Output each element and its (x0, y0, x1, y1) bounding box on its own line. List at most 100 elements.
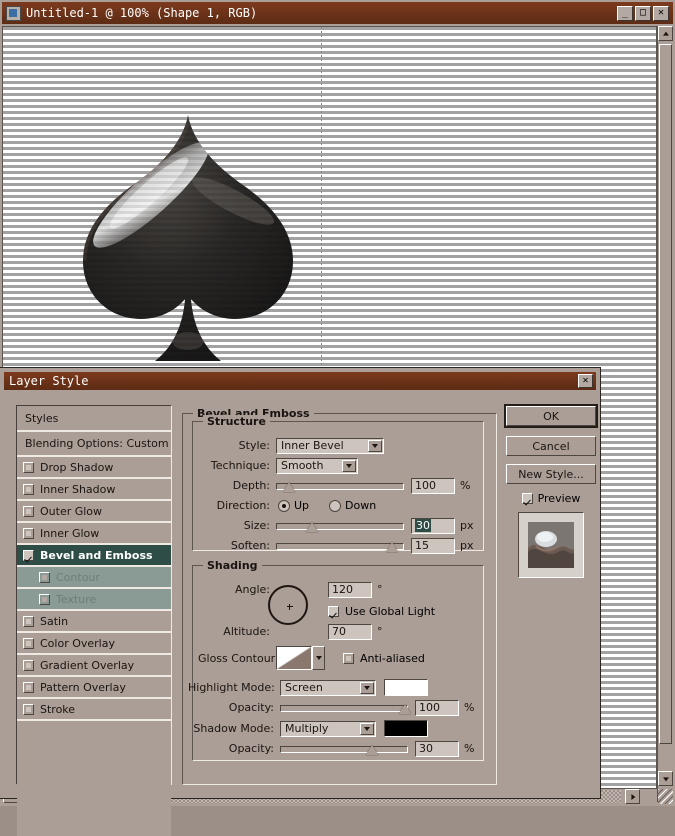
satin-checkbox[interactable] (23, 615, 34, 627)
gradient-overlay-checkbox[interactable] (23, 659, 34, 671)
color-overlay-checkbox[interactable] (23, 637, 34, 649)
chevron-down-icon[interactable] (312, 646, 325, 670)
direction-down-label: Down (345, 499, 377, 512)
highlight-opacity-input[interactable]: 100 (415, 699, 459, 716)
altitude-input[interactable]: 70 (328, 623, 372, 640)
depth-input[interactable]: 100 (411, 477, 455, 494)
outer-glow-checkbox[interactable] (23, 505, 34, 517)
close-icon: ✕ (657, 7, 665, 18)
radio-down-icon[interactable] (329, 499, 342, 512)
style-item-color-overlay[interactable]: Color Overlay (17, 633, 171, 655)
size-value: 30 (415, 519, 431, 532)
anti-aliased-row[interactable]: Anti-aliased (343, 652, 425, 665)
drop-shadow-checkbox[interactable] (23, 461, 34, 473)
highlight-opacity-slider[interactable] (280, 702, 412, 714)
depth-slider-knob[interactable] (282, 481, 295, 492)
contour-checkbox[interactable] (39, 571, 50, 583)
shadow-opacity-input[interactable]: 30 (415, 740, 459, 757)
angle-input[interactable]: 120 (328, 581, 372, 598)
chevron-down-icon[interactable] (368, 439, 382, 452)
shadow-opacity-slider-track[interactable] (280, 745, 408, 753)
cancel-button[interactable]: Cancel (506, 436, 596, 456)
vertical-scrollbar[interactable] (657, 26, 673, 802)
bevel-and-emboss-checkbox[interactable] (23, 549, 34, 561)
anti-aliased-checkbox[interactable] (343, 652, 354, 664)
maximize-button[interactable]: □ (635, 5, 651, 21)
document-titlebar[interactable]: Untitled-1 @ 100% (Shape 1, RGB) _ □ ✕ (2, 2, 673, 24)
size-slider[interactable] (276, 520, 404, 532)
shadow-opacity-slider-knob[interactable] (366, 744, 379, 755)
direction-down-radio[interactable]: Down (329, 499, 376, 512)
altitude-label: Altitude: (223, 625, 270, 638)
blending-options-item[interactable]: Blending Options: Custom (17, 432, 171, 457)
preview-checkbox[interactable] (521, 493, 533, 504)
highlight-mode-dropdown[interactable]: Screen (280, 679, 376, 696)
style-item-texture[interactable]: Texture (17, 589, 171, 611)
angle-dial[interactable] (268, 585, 308, 625)
preview-thumbnail-box (518, 512, 584, 578)
style-item-label: Pattern Overlay (40, 680, 126, 694)
chevron-down-icon[interactable] (342, 459, 356, 472)
shadow-color-swatch[interactable] (384, 720, 428, 737)
preview-toggle-row[interactable]: Preview (506, 492, 596, 505)
texture-checkbox[interactable] (39, 593, 50, 605)
style-item-stroke[interactable]: Stroke (17, 699, 171, 721)
technique-dropdown[interactable]: Smooth (276, 457, 358, 474)
use-global-light-checkbox[interactable] (328, 606, 339, 617)
soften-row: Soften: 15 px (198, 537, 498, 554)
size-input[interactable]: 30 (411, 517, 455, 534)
new-style-button[interactable]: New Style... (506, 464, 596, 484)
shadow-mode-dropdown[interactable]: Multiply (280, 720, 376, 737)
size-slider-track[interactable] (276, 522, 404, 530)
radio-up-icon[interactable] (278, 499, 290, 512)
angle-dial-pointer[interactable] (287, 604, 293, 610)
scroll-up-button[interactable] (658, 26, 673, 41)
highlight-opacity-slider-track[interactable] (280, 704, 408, 712)
soften-slider-knob[interactable] (386, 541, 399, 552)
style-item-bevel-and-emboss[interactable]: Bevel and Emboss (17, 545, 171, 567)
style-item-drop-shadow[interactable]: Drop Shadow (17, 457, 171, 479)
use-global-light-row[interactable]: Use Global Light (328, 603, 435, 620)
highlight-color-swatch[interactable] (384, 679, 428, 696)
depth-slider[interactable] (276, 480, 404, 492)
close-button[interactable]: ✕ (653, 5, 669, 21)
style-item-gradient-overlay[interactable]: Gradient Overlay (17, 655, 171, 677)
size-unit: px (460, 519, 474, 532)
direction-up-radio[interactable]: Up (278, 499, 309, 512)
style-item-contour[interactable]: Contour (17, 567, 171, 589)
chevron-down-icon[interactable] (360, 722, 374, 735)
chevron-down-icon[interactable] (360, 681, 374, 694)
inner-glow-checkbox[interactable] (23, 527, 34, 539)
style-item-label: Stroke (40, 702, 76, 716)
maximize-icon: □ (639, 7, 647, 18)
pattern-overlay-checkbox[interactable] (23, 681, 34, 693)
shadow-opacity-slider[interactable] (280, 743, 408, 755)
gloss-contour-swatch[interactable] (276, 646, 312, 670)
highlight-opacity-value: 100 (419, 701, 440, 714)
soften-input[interactable]: 15 (411, 537, 455, 554)
angle-value: 120 (332, 583, 353, 596)
depth-slider-track[interactable] (276, 482, 404, 490)
style-item-inner-shadow[interactable]: Inner Shadow (17, 479, 171, 501)
soften-slider-track[interactable] (276, 542, 404, 550)
inner-shadow-checkbox[interactable] (23, 483, 34, 495)
vertical-scrollbar-thumb[interactable] (659, 44, 672, 744)
layer-style-titlebar[interactable]: Layer Style ✕ (4, 372, 596, 390)
size-slider-knob[interactable] (305, 521, 318, 532)
scroll-down-button[interactable] (658, 771, 673, 786)
gloss-contour-picker[interactable] (276, 646, 325, 670)
minimize-button[interactable]: _ (617, 5, 633, 21)
style-item-pattern-overlay[interactable]: Pattern Overlay (17, 677, 171, 699)
chevron-down-icon (662, 776, 669, 781)
window-resize-grip[interactable] (658, 789, 673, 804)
soften-slider[interactable] (276, 540, 404, 552)
ok-button[interactable]: OK (506, 406, 596, 426)
style-item-satin[interactable]: Satin (17, 611, 171, 633)
highlight-opacity-slider-knob[interactable] (399, 703, 412, 714)
style-item-inner-glow[interactable]: Inner Glow (17, 523, 171, 545)
style-dropdown[interactable]: Inner Bevel (276, 437, 384, 454)
scroll-right-button[interactable] (625, 789, 640, 804)
style-item-outer-glow[interactable]: Outer Glow (17, 501, 171, 523)
stroke-checkbox[interactable] (23, 703, 34, 715)
layer-style-close-button[interactable]: ✕ (578, 374, 593, 388)
